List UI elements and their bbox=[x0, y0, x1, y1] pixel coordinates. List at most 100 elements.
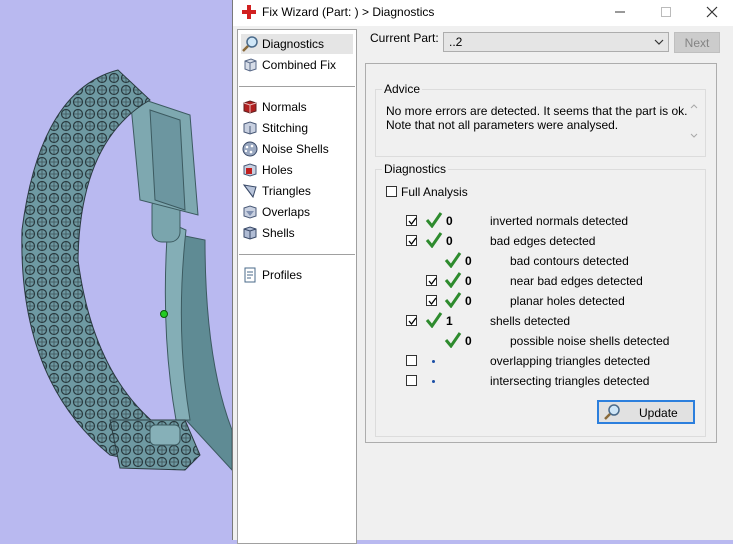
nav-item-noise-shells[interactable]: Noise Shells bbox=[241, 139, 353, 159]
advice-title: Advice bbox=[382, 82, 423, 96]
minimize-icon bbox=[615, 11, 625, 13]
normals-icon bbox=[243, 100, 257, 114]
nav-label: Combined Fix bbox=[262, 58, 337, 72]
checkmark-icon bbox=[408, 237, 417, 246]
shells-checkbox[interactable] bbox=[406, 315, 417, 326]
current-part-label: Current Part: bbox=[370, 31, 439, 45]
bad-contours-label: bad contours detected bbox=[510, 254, 629, 268]
advice-scrollbar[interactable] bbox=[686, 98, 702, 144]
nav-item-normals[interactable]: Normals bbox=[241, 97, 353, 117]
checkmark-icon bbox=[428, 277, 437, 286]
noise-shells-label: possible noise shells detected bbox=[510, 334, 670, 348]
overlapping-triangles-checkbox[interactable] bbox=[406, 355, 417, 366]
nav-label: Triangles bbox=[262, 184, 311, 198]
near-bad-edges-label: near bad edges detected bbox=[510, 274, 643, 288]
wizard-nav: Diagnostics Combined Fix Normals Stitchi… bbox=[237, 29, 357, 544]
green-check-icon bbox=[425, 312, 443, 328]
green-check-icon bbox=[425, 212, 443, 228]
checkmark-icon bbox=[408, 317, 417, 326]
current-part-select[interactable]: ..2 bbox=[443, 32, 669, 52]
intersecting-triangles-checkbox[interactable] bbox=[406, 375, 417, 386]
nav-item-diagnostics[interactable]: Diagnostics bbox=[241, 34, 353, 54]
bad-edges-checkbox[interactable] bbox=[406, 235, 417, 246]
nav-label: Shells bbox=[262, 226, 295, 240]
inverted-normals-checkbox[interactable] bbox=[406, 215, 417, 226]
title-bar[interactable]: Fix Wizard (Part: ) > Diagnostics bbox=[233, 0, 733, 26]
diagnostics-panel: Advice No more errors are detected. It s… bbox=[365, 63, 717, 443]
noise-shells-count: 0 bbox=[465, 334, 472, 348]
green-check-icon bbox=[444, 332, 462, 348]
model-render bbox=[21, 69, 232, 471]
overlapping-triangles-label: overlapping triangles detected bbox=[490, 354, 651, 368]
nav-item-overlaps[interactable]: Overlaps bbox=[241, 202, 353, 222]
cube-icon bbox=[244, 58, 257, 72]
nav-item-profiles[interactable]: Profiles bbox=[241, 265, 353, 285]
chevron-down-icon bbox=[654, 39, 664, 45]
3d-viewport[interactable] bbox=[0, 0, 232, 540]
bad-contours-count: 0 bbox=[465, 254, 472, 268]
nav-label: Noise Shells bbox=[262, 142, 329, 156]
stitching-icon bbox=[243, 121, 257, 135]
advice-line-1: No more errors are detected. It seems th… bbox=[386, 104, 688, 118]
nav-label: Stitching bbox=[262, 121, 309, 135]
nav-label: Diagnostics bbox=[262, 37, 325, 51]
overlaps-icon bbox=[243, 205, 257, 219]
advice-group: Advice No more errors are detected. It s… bbox=[375, 82, 706, 157]
nav-label: Holes bbox=[262, 163, 293, 177]
shells-icon bbox=[243, 226, 257, 240]
close-icon bbox=[706, 6, 718, 18]
current-part-value: ..2 bbox=[449, 35, 463, 49]
pending-dot-icon bbox=[432, 380, 435, 383]
window-title: Fix Wizard (Part: ) > Diagnostics bbox=[262, 5, 435, 19]
nav-item-combined-fix[interactable]: Combined Fix bbox=[241, 55, 353, 75]
shells-count: 1 bbox=[446, 314, 453, 328]
checkmark-icon bbox=[408, 217, 417, 226]
magnifier-icon bbox=[242, 36, 258, 52]
near-bad-edges-count: 0 bbox=[465, 274, 472, 288]
update-label: Update bbox=[639, 406, 678, 420]
maximize-button[interactable] bbox=[643, 0, 689, 24]
nav-item-holes[interactable]: Holes bbox=[241, 160, 353, 180]
advice-text-area: No more errors are detected. It seems th… bbox=[384, 101, 693, 143]
full-analysis-label: Full Analysis bbox=[401, 185, 468, 199]
nav-label: Profiles bbox=[262, 268, 303, 282]
noise-shells-icon bbox=[242, 141, 258, 157]
checkmark-icon bbox=[428, 297, 437, 306]
nav-divider bbox=[239, 86, 355, 87]
triangles-icon bbox=[242, 184, 257, 199]
bad-edges-label: bad edges detected bbox=[490, 234, 596, 248]
diagnostics-group: Diagnostics Full Analysis 0 inverted nor… bbox=[375, 162, 706, 437]
update-button[interactable]: Update bbox=[597, 400, 695, 424]
bad-edges-count: 0 bbox=[446, 234, 453, 248]
nav-item-shells[interactable]: Shells bbox=[241, 223, 353, 243]
full-analysis-checkbox[interactable] bbox=[386, 186, 397, 197]
minimize-button[interactable] bbox=[597, 0, 643, 24]
fix-wizard-window: Fix Wizard (Part: ) > Diagnostics Diagno… bbox=[232, 0, 733, 544]
pivot-marker bbox=[160, 310, 168, 318]
planar-holes-count: 0 bbox=[465, 294, 472, 308]
next-button[interactable]: Next bbox=[674, 32, 720, 53]
near-bad-edges-checkbox[interactable] bbox=[426, 275, 437, 286]
intersecting-triangles-label: intersecting triangles detected bbox=[490, 374, 650, 388]
planar-holes-checkbox[interactable] bbox=[426, 295, 437, 306]
green-check-icon bbox=[425, 232, 443, 248]
pending-dot-icon bbox=[432, 360, 435, 363]
nav-label: Normals bbox=[262, 100, 307, 114]
shells-label: shells detected bbox=[490, 314, 571, 328]
close-button[interactable] bbox=[689, 0, 733, 24]
inverted-normals-count: 0 bbox=[446, 214, 453, 228]
nav-item-triangles[interactable]: Triangles bbox=[241, 181, 353, 201]
nav-divider bbox=[239, 254, 355, 255]
magnifier-icon bbox=[604, 404, 620, 420]
nav-label: Overlaps bbox=[262, 205, 311, 219]
advice-line-2: Note that not all parameters were analys… bbox=[386, 118, 619, 132]
red-cross-icon bbox=[242, 5, 256, 19]
maximize-icon bbox=[661, 7, 671, 17]
diagnostics-title: Diagnostics bbox=[382, 162, 449, 176]
nav-item-stitching[interactable]: Stitching bbox=[241, 118, 353, 138]
planar-holes-label: planar holes detected bbox=[510, 294, 625, 308]
inverted-normals-label: inverted normals detected bbox=[490, 214, 629, 228]
profiles-icon bbox=[244, 267, 256, 283]
green-check-icon bbox=[444, 292, 462, 308]
green-check-icon bbox=[444, 252, 462, 268]
